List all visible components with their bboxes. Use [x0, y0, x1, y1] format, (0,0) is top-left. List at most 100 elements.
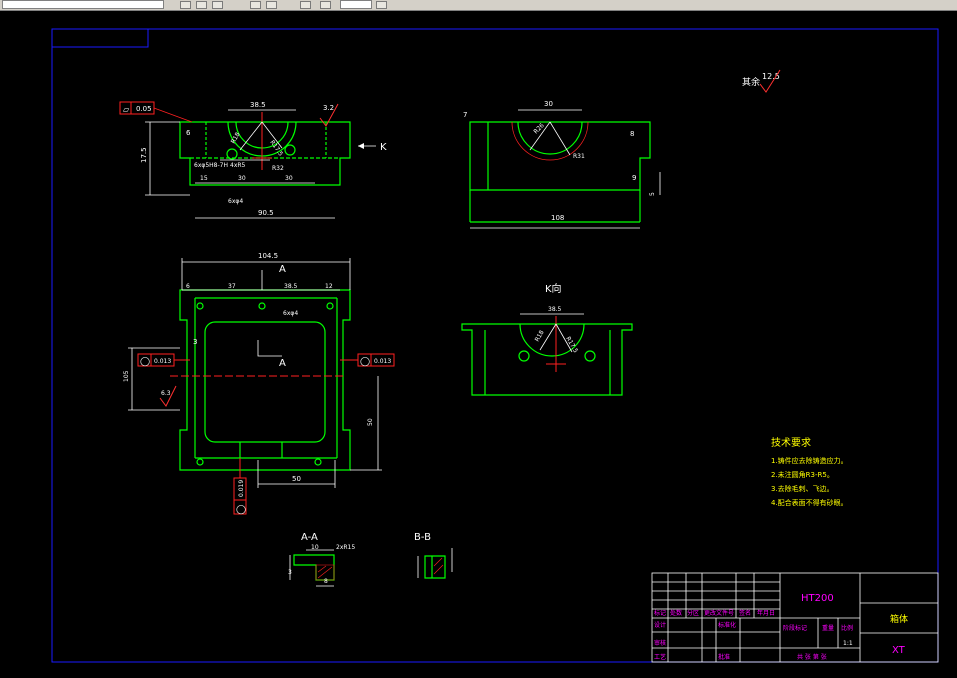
header-label-4: 更改文件号 [704, 609, 734, 617]
redo-icon[interactable] [212, 1, 223, 9]
section-aa: A-A 10 2xR15 3 8 [288, 532, 355, 587]
print-icon[interactable] [266, 1, 277, 9]
section-bb: B-B [414, 532, 453, 579]
k-view-top-dim: 38.5 [548, 306, 562, 313]
tolerance-frame-left: ◯ 0.013 [137, 353, 190, 367]
top-left-dim: 3 [193, 338, 197, 346]
front-roughness: 3.2 [323, 104, 334, 112]
header-label-5: 签名 [739, 609, 751, 617]
section-aa-note: 2xR15 [336, 544, 355, 551]
front-bottom-note: 6xφ4 [228, 198, 243, 205]
top-height-dim: 105 [123, 370, 130, 382]
side-right-dim-3: 5 [649, 192, 656, 196]
front-bottom-dim-3: 30 [285, 175, 293, 182]
section-aa-top-dim: 10 [311, 544, 319, 551]
side-arc-dim-1: R26 [532, 122, 545, 135]
tolerance-bottom-value: 0.019 [238, 480, 245, 497]
file-icon[interactable] [180, 1, 191, 9]
side-bottom-dim: 108 [551, 214, 564, 222]
k-view-title: K向 [545, 282, 562, 295]
row-label-process: 工艺 [654, 653, 666, 661]
top-roughness: 6.3 [161, 390, 171, 397]
section-aa-bottom-dim: 8 [324, 578, 328, 585]
side-left-dim: 7 [463, 111, 467, 119]
header-label-2: 处数 [670, 609, 682, 617]
header-label-1: 标记 [654, 609, 666, 617]
title-part-code: XT [892, 645, 906, 656]
mid-label-standard: 标准化 [718, 621, 736, 629]
sheet-frame [51, 28, 939, 663]
row-label-design: 设计 [654, 621, 666, 629]
tolerance-right-symbol: ◯ [360, 357, 370, 367]
title-part-name: 箱体 [890, 613, 908, 625]
color-dropdown[interactable] [340, 0, 372, 9]
front-angle-dim: R32 [272, 165, 284, 172]
properties-icon[interactable] [376, 1, 387, 9]
top-overall-width: 104.5 [258, 252, 278, 260]
stage-label-mark: 阶段标记 [783, 624, 807, 632]
front-height-dim: 17.5 [140, 147, 148, 163]
tech-req-item-2: 2.未注圆角R3-R5。 [771, 470, 834, 479]
tech-req-item-1: 1.铸件应去除铸造应力。 [771, 456, 848, 465]
tolerance-right-value: 0.013 [374, 358, 391, 365]
title-block: HT200 箱体 XT 标记 处数 分区 更改文件号 签名 年月日 设计 审核 … [651, 572, 939, 663]
flatness-value: 0.05 [136, 105, 152, 113]
side-right-dim-2: 9 [632, 174, 636, 182]
top-dim-2: 37 [228, 283, 236, 290]
top-view: 104.5 A A 6 37 38.5 12 6xφ4 3 105 6.3 50… [123, 252, 395, 515]
top-dim-1: 6 [186, 283, 190, 290]
front-total-width: 90.5 [258, 209, 274, 217]
title-material: HT200 [801, 593, 834, 604]
front-arc-dim-1: R18 [230, 131, 242, 145]
header-label-6: 年月日 [757, 609, 775, 617]
header-label-3: 分区 [687, 609, 699, 617]
layer-dropdown[interactable] [2, 0, 164, 9]
front-hole-note-2: 4xR5 [230, 162, 246, 169]
flatness-symbol: ▱ [123, 105, 130, 114]
side-arc-dim-2: R31 [573, 153, 585, 160]
front-bottom-dim-1: 15 [200, 175, 208, 182]
tolerance-left-value: 0.013 [154, 358, 171, 365]
front-width-dim: 38.5 [250, 101, 266, 109]
layer-icon[interactable] [250, 1, 261, 9]
top-slot-note: 6xφ4 [283, 310, 298, 317]
top-dim-4: 12 [325, 283, 333, 290]
side-right-dim-1: 8 [630, 130, 634, 138]
roughness-value: 12.5 [762, 72, 780, 81]
tolerance-bottom-symbol: ◯ [236, 505, 246, 515]
k-view-arc-dim-1: R18 [534, 329, 546, 343]
section-mark-mid: A [279, 358, 286, 369]
cad-drawing-canvas[interactable]: 其余 12.5 ▱ 0.05 38.5 3.2 17.5 6 R18 R17.5… [0, 10, 957, 678]
top-dim-3: 38.5 [284, 283, 298, 290]
stage-label-scale: 比例 [841, 624, 853, 632]
view-k-arrow-label: K [380, 142, 387, 153]
top-right-dim: 50 [367, 418, 374, 426]
mid-label-approve: 批准 [718, 653, 730, 661]
row-label-review: 审核 [654, 639, 666, 647]
undo-icon[interactable] [196, 1, 207, 9]
section-aa-left-dim: 3 [288, 569, 292, 576]
sheet-info: 共 张 第 张 [797, 653, 827, 661]
general-roughness-note: 其余 12.5 [742, 69, 781, 93]
tolerance-frame-bottom: ◯ 0.019 [233, 458, 247, 515]
front-hole-note: 6xφ5H8-7H [194, 162, 228, 169]
section-mark-top: A [279, 264, 286, 275]
section-bb-title: B-B [414, 532, 431, 543]
section-aa-title: A-A [301, 532, 318, 543]
technical-requirements: 技术要求 1.铸件应去除铸造应力。 2.未注圆角R3-R5。 3.去除毛刺、飞边… [771, 436, 848, 507]
tech-req-item-4: 4.配合表面不得有砂眼。 [771, 498, 848, 507]
pan-icon[interactable] [320, 1, 331, 9]
front-bottom-dim-2: 30 [238, 175, 246, 182]
side-view: 30 7 R26 R31 8 9 5 108 [463, 100, 661, 229]
top-bottom-dim: 50 [292, 475, 301, 483]
tech-req-title: 技术要求 [771, 436, 811, 449]
stage-label-weight: 重量 [822, 624, 834, 632]
tolerance-frame-right: ◯ 0.013 [340, 353, 395, 367]
zoom-icon[interactable] [300, 1, 311, 9]
k-view: K向 38.5 R18 R17.5 [461, 282, 633, 396]
roughness-prefix: 其余 [742, 76, 760, 88]
tech-req-item-3: 3.去除毛刺、飞边。 [771, 484, 834, 493]
front-view: ▱ 0.05 38.5 3.2 17.5 6 R18 R17.5 R32 6xφ… [119, 101, 387, 219]
title-scale-value: 1:1 [843, 640, 853, 647]
side-top-dim: 30 [544, 100, 553, 108]
